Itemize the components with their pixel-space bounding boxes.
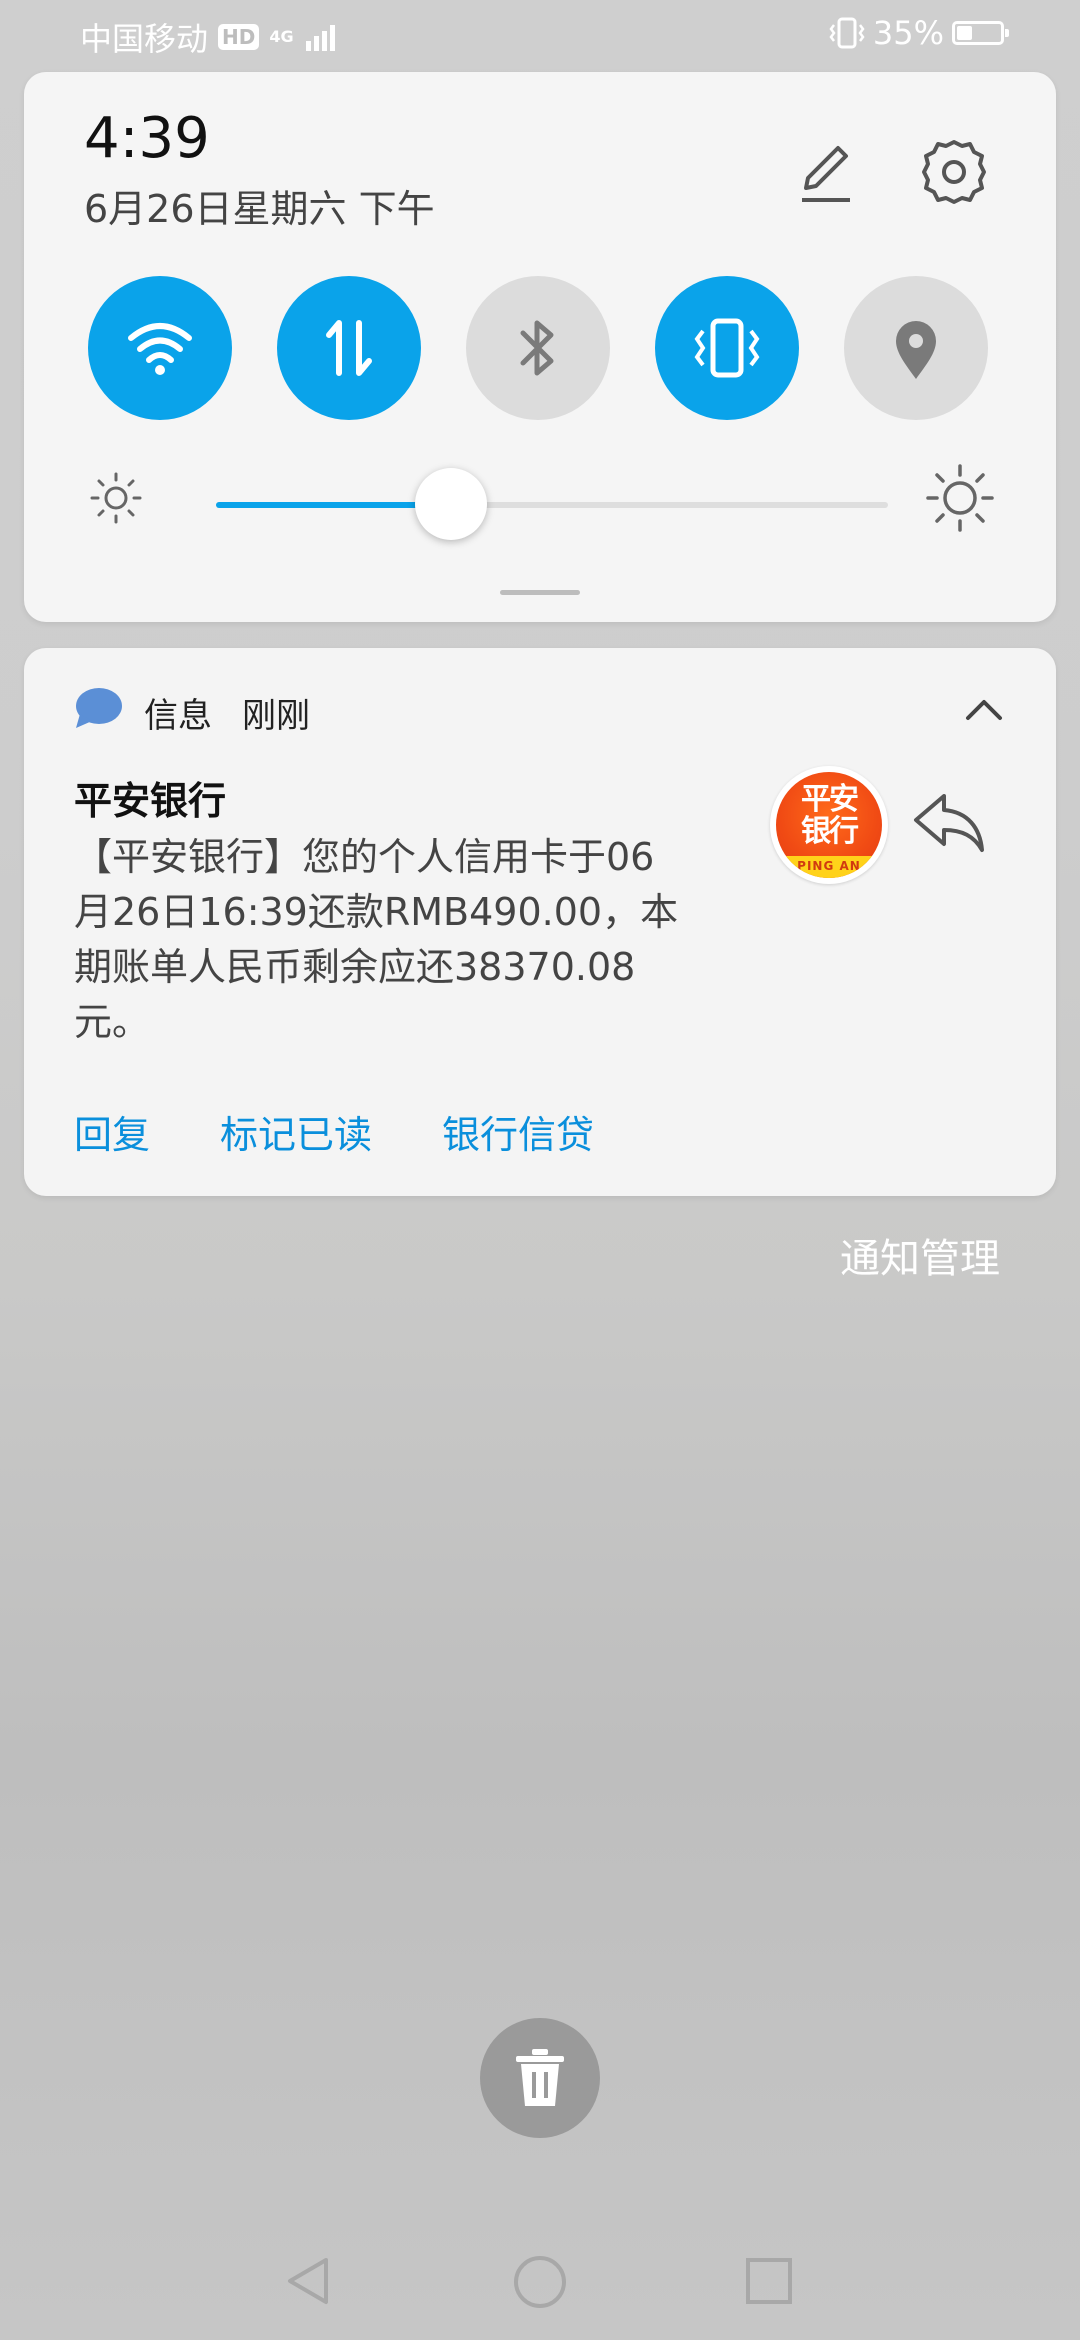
signal-icon — [305, 25, 335, 51]
message-bubble-icon — [72, 684, 124, 736]
vibrate-toggle[interactable] — [655, 276, 799, 420]
wifi-icon — [128, 323, 192, 375]
battery-icon — [952, 21, 1009, 45]
notification-time: 刚刚 — [242, 696, 310, 736]
mobile-data-toggle[interactable] — [277, 276, 421, 420]
nav-back-icon[interactable] — [282, 2254, 336, 2308]
location-icon — [896, 321, 936, 379]
logo-circle: 平安 银行 PING AN — [776, 772, 882, 878]
hd-badge: HD — [218, 24, 260, 50]
nav-recents-icon[interactable] — [744, 2256, 794, 2306]
brightness-slider[interactable] — [216, 468, 888, 540]
clear-notifications-button[interactable] — [480, 2018, 600, 2138]
trash-icon — [516, 2049, 564, 2106]
brightness-high-icon — [926, 464, 994, 532]
bank-loan-action-button[interactable]: 银行信贷 — [442, 1104, 594, 1159]
wifi-toggle[interactable] — [88, 276, 232, 420]
notification-actions: 回复 标记已读 银行信贷 — [74, 1104, 664, 1159]
carrier-label: 中国移动 — [80, 20, 209, 58]
battery-percent: 35% — [872, 14, 944, 52]
notification-body: 【平安银行】您的个人信用卡于06 月26日16:39还款RMB490.00，本 … — [74, 835, 679, 1044]
brightness-low-icon — [88, 470, 144, 526]
clock-time: 4:39 — [84, 106, 210, 171]
logo-text-line1: 平安 — [801, 782, 859, 817]
network-type: 4G — [269, 27, 294, 46]
mobile-data-icon — [326, 320, 372, 376]
reply-action-button[interactable]: 回复 — [74, 1104, 150, 1159]
status-right: 35% — [829, 14, 1009, 52]
battery-fill — [957, 26, 972, 40]
bluetooth-icon — [520, 320, 554, 376]
notification-title: 平安银行 — [74, 779, 227, 823]
vibrate-status-icon — [829, 17, 865, 49]
status-bar: 中国移动 HD 4G 35% — [0, 0, 1080, 72]
notification-manage-link[interactable]: 通知管理 — [840, 1226, 1000, 1284]
logo-text: 平安 银行 — [776, 784, 882, 848]
pingan-bank-logo: 平安 银行 PING AN — [770, 766, 888, 884]
logo-text-line2: 银行 — [801, 814, 859, 849]
edit-icon[interactable] — [784, 132, 864, 212]
notification-app-name: 信息 — [144, 696, 212, 736]
settings-gear-icon[interactable] — [914, 132, 994, 212]
brightness-slider-thumb[interactable] — [415, 468, 488, 540]
bluetooth-toggle[interactable] — [466, 276, 610, 420]
reply-arrow-icon[interactable] — [910, 788, 988, 858]
location-toggle[interactable] — [844, 276, 988, 420]
logo-band: PING AN — [776, 856, 882, 878]
sms-notification[interactable]: 信息 刚刚 平安银行 【平安银行】您的个人信用卡于06 月26日16:39还款R… — [24, 648, 1056, 1196]
nav-home-icon[interactable] — [512, 2254, 568, 2310]
quick-settings-panel: 4:39 6月26日星期六 下午 — [24, 72, 1056, 622]
mark-read-action-button[interactable]: 标记已读 — [220, 1104, 372, 1159]
chevron-up-icon[interactable] — [960, 686, 1008, 734]
panel-drag-handle[interactable] — [500, 590, 580, 595]
status-left: 中国移动 HD 4G — [80, 14, 340, 60]
vibrate-icon — [694, 318, 760, 378]
clock-date: 6月26日星期六 下午 — [84, 187, 435, 231]
